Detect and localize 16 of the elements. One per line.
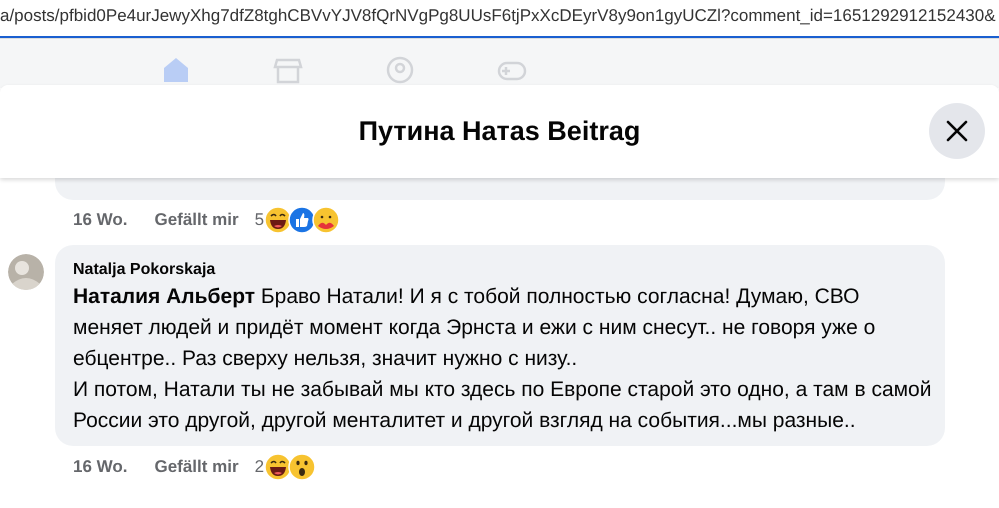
comment-author[interactable]: Natalja Pokorskaja	[73, 259, 925, 281]
reaction-count[interactable]: 2	[254, 454, 264, 480]
comment-time[interactable]: 16 Wo.	[73, 454, 128, 480]
like-link[interactable]: Gefällt mir	[154, 207, 239, 233]
surprised-emoji-icon[interactable]	[288, 453, 316, 481]
hugging-emoji-icon[interactable]	[312, 206, 340, 234]
reaction-count[interactable]: 5	[254, 207, 264, 233]
close-icon	[946, 120, 968, 142]
laughing-emoji-icon[interactable]	[264, 453, 292, 481]
dialog-title: Путина Натаs Beitrag	[358, 115, 640, 148]
thumbs-up-icon[interactable]	[288, 206, 316, 234]
laughing-emoji-icon[interactable]	[264, 206, 292, 234]
url-text[interactable]: a/posts/pfbid0Pe4urJewyXhg7dfZ8tghCBVvYJV8fQrNVgPg8UUsF6tjPxXcDEyrV8y9on1gyUCZl?comment_id=1651292912152430&	[0, 3, 996, 29]
comment-text: Наталия Альберт Браво Натали! И я с тобой полностью согласна! Думаю, СВО меняет людей и придёт момент когда Эрнста и ежи с ним снесут.. не говоря уже о ебцентре.. Раз сверху нельзя, значит нужно с низу.. И потом, Натали ты не забывай мы кто здесь по Европе старой это одно, а там в самой России это другой, другой менталитет и другой взгляд на события...мы разные..	[73, 284, 932, 434]
comment-time[interactable]: 16 Wo.	[73, 207, 128, 233]
like-link[interactable]: Gefällt mir	[154, 454, 239, 480]
